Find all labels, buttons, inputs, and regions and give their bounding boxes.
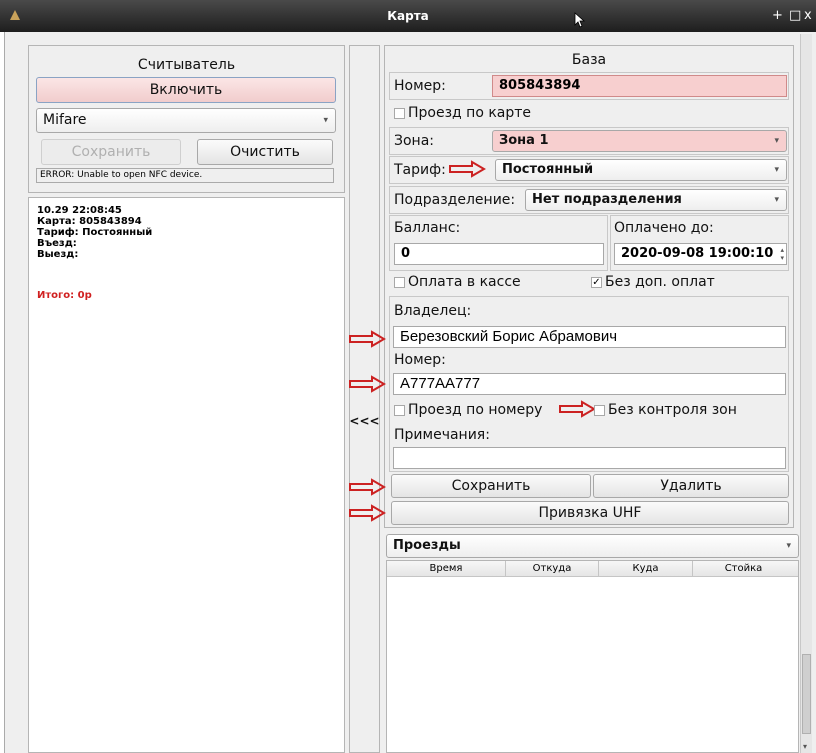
window-title: Карта — [387, 9, 429, 23]
annotation-arrow-icon — [349, 478, 386, 496]
annotation-arrow-icon — [449, 160, 486, 178]
owner-label: Владелец: — [394, 303, 472, 319]
paid-until-value: 2020-09-08 19:00:10 — [621, 246, 774, 261]
card-type-select[interactable]: Mifare ▾ — [36, 108, 336, 133]
notes-label: Примечания: — [394, 427, 490, 443]
division-value: Нет подразделения — [532, 192, 682, 207]
chevron-down-icon: ▾ — [774, 136, 779, 146]
window-titlebar: Карта + □ x — [0, 0, 816, 32]
zone-label: Зона: — [394, 133, 434, 149]
scrollbar-thumb[interactable] — [802, 654, 811, 734]
base-title: База — [571, 52, 607, 68]
log-panel — [28, 197, 345, 753]
division-label: Подразделение: — [394, 192, 516, 208]
passes-header: Время Откуда Куда Стойка — [387, 561, 798, 577]
cash-payment-checkbox[interactable] — [394, 277, 405, 288]
tariff-value: Постоянный — [502, 162, 594, 177]
no-zone-control-checkbox[interactable] — [594, 405, 605, 416]
reader-title: Считыватель — [137, 57, 236, 73]
tariff-label: Тариф: — [394, 162, 446, 178]
zone-value: Зона 1 — [499, 133, 549, 148]
enable-button[interactable]: Включить — [36, 77, 336, 103]
chevron-down-icon: ▾ — [774, 195, 779, 205]
column-header-to[interactable]: Куда — [599, 561, 693, 576]
pin-icon[interactable]: + — [772, 8, 783, 23]
balance-field[interactable]: 0 — [394, 243, 604, 265]
annotation-arrow-icon — [349, 504, 386, 522]
chevron-down-icon: ▾ — [786, 541, 791, 551]
notes-field[interactable] — [393, 447, 786, 469]
plate-field[interactable]: А777АА777 — [393, 373, 786, 395]
reader-clear-button[interactable]: Очистить — [197, 139, 333, 165]
paid-until-label: Оплачено до: — [614, 220, 714, 236]
column-header-from[interactable]: Откуда — [506, 561, 599, 576]
plate-label: Номер: — [394, 352, 446, 368]
mouse-cursor-icon — [574, 12, 586, 28]
log-time: 10.29 22:08:45 — [37, 205, 122, 216]
vertical-scrollbar[interactable]: ▾ — [800, 34, 812, 753]
main-window: Считыватель Включить Mifare ▾ Сохранить … — [4, 32, 816, 753]
tariff-select[interactable]: Постоянный ▾ — [495, 159, 787, 181]
owner-field[interactable]: Березовский Борис Абрамович — [393, 326, 786, 348]
uhf-bind-button[interactable]: Привязка UHF — [391, 501, 789, 525]
maximize-icon[interactable]: □ — [789, 8, 801, 23]
no-zone-control-label: Без контроля зон — [608, 402, 737, 418]
transfer-button[interactable]: <<< — [349, 414, 380, 428]
number-label: Номер: — [394, 78, 446, 94]
log-card: Карта: 805843894 — [37, 216, 142, 227]
card-pass-label: Проезд по карте — [408, 105, 532, 121]
no-extra-label: Без доп. оплат — [605, 274, 715, 290]
spinner-arrows-icon[interactable]: ▴ ▾ — [780, 246, 784, 262]
passes-select[interactable]: Проезды ▾ — [386, 534, 799, 558]
chevron-down-icon: ▾ — [774, 165, 779, 175]
chevron-down-icon: ▾ — [323, 115, 328, 125]
card-pass-checkbox[interactable] — [394, 108, 405, 119]
annotation-arrow-icon — [349, 375, 386, 393]
delete-button[interactable]: Удалить — [593, 474, 789, 498]
plate-pass-label: Проезд по номеру — [408, 402, 543, 418]
log-total: Итого: 0р — [37, 290, 92, 301]
close-icon[interactable]: x — [804, 8, 812, 23]
log-tariff: Тариф: Постоянный — [37, 227, 153, 238]
zone-select[interactable]: Зона 1 ▾ — [492, 130, 787, 152]
card-number-field[interactable]: 805843894 — [492, 75, 787, 97]
annotation-arrow-icon — [559, 400, 596, 418]
scroll-down-icon[interactable]: ▾ — [803, 742, 807, 751]
passes-table: Время Откуда Куда Стойка — [386, 560, 799, 753]
reader-status-bar: ERROR: Unable to open NFC device. — [36, 168, 334, 183]
cash-payment-label: Оплата в кассе — [408, 274, 521, 290]
column-header-time[interactable]: Время — [387, 561, 506, 576]
log-exit: Выезд: — [37, 249, 79, 260]
base-save-button[interactable]: Сохранить — [391, 474, 591, 498]
transfer-column — [349, 45, 380, 753]
column-header-stand[interactable]: Стойка — [693, 561, 794, 576]
division-select[interactable]: Нет подразделения ▾ — [525, 189, 787, 211]
passes-value: Проезды — [393, 538, 461, 553]
paid-until-field[interactable]: 2020-09-08 19:00:10 ▴ ▾ — [614, 243, 787, 265]
plate-pass-checkbox[interactable] — [394, 405, 405, 416]
log-entry: Въезд: — [37, 238, 77, 249]
balance-label: Балланс: — [394, 220, 461, 236]
reader-save-button[interactable]: Сохранить — [41, 139, 181, 165]
card-type-value: Mifare — [43, 112, 87, 128]
no-extra-checkbox[interactable]: ✓ — [591, 277, 602, 288]
annotation-arrow-icon — [349, 330, 386, 348]
